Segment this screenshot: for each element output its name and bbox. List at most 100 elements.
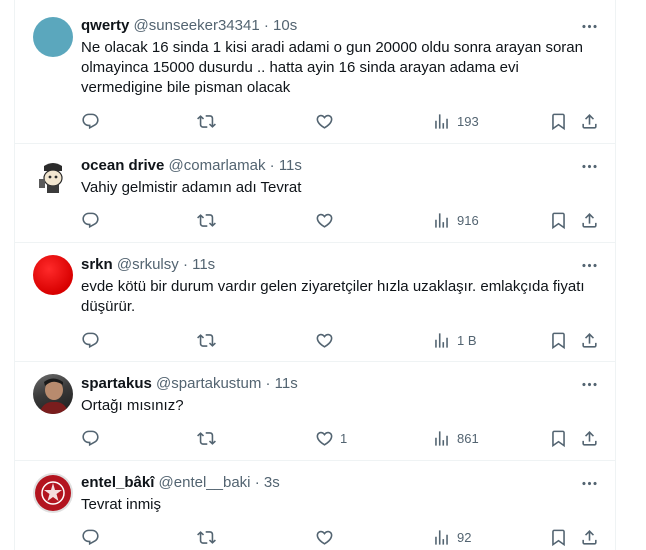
retweet-button[interactable] — [197, 427, 216, 449]
bookmark-icon — [549, 112, 568, 131]
views-button[interactable]: 861 — [432, 427, 479, 449]
like-button[interactable] — [315, 110, 340, 132]
share-button[interactable] — [580, 526, 599, 548]
bookmark-icon — [549, 331, 568, 350]
tweet[interactable]: entel_bâkî @entel__baki · 3s Tevrat inmi… — [15, 460, 615, 550]
view-count: 193 — [457, 113, 479, 129]
bookmark-button[interactable] — [549, 427, 568, 449]
bookmark-button[interactable] — [549, 329, 568, 351]
tweet-header: spartakus @spartakustum · 11s — [81, 374, 298, 394]
tweet-text: Ne olacak 16 sinda 1 kisi aradi adami o … — [81, 39, 583, 96]
share-button[interactable] — [580, 427, 599, 449]
tweet-actions: 1 861 — [15, 427, 615, 449]
more-icon[interactable] — [579, 473, 599, 493]
like-icon — [315, 429, 334, 448]
like-button[interactable]: 1 — [315, 427, 347, 449]
reply-button[interactable] — [81, 329, 100, 351]
author-handle[interactable]: @spartakustum — [156, 375, 261, 392]
retweet-button[interactable] — [197, 329, 216, 351]
like-icon — [315, 112, 334, 131]
author-handle[interactable]: @entel__baki — [159, 474, 251, 491]
separator-dot: · — [263, 17, 269, 34]
views-icon — [432, 331, 451, 350]
reply-button[interactable] — [81, 110, 100, 132]
like-button[interactable] — [315, 329, 340, 351]
author-name[interactable]: spartakus — [81, 375, 152, 392]
like-button[interactable] — [315, 526, 340, 548]
tweet[interactable]: ocean drive @comarlamak · 11s Vahiy gelm… — [15, 143, 615, 243]
bookmark-button[interactable] — [549, 209, 568, 231]
tweet[interactable]: qwerty @sunseeker34341 · 10s Ne olacak 1… — [15, 0, 615, 144]
bookmark-icon — [549, 528, 568, 547]
share-icon — [580, 112, 599, 131]
timestamp[interactable]: 10s — [273, 17, 297, 34]
author-name[interactable]: ocean drive — [81, 157, 164, 174]
author-handle[interactable]: @sunseeker34341 — [134, 17, 260, 34]
timestamp[interactable]: 3s — [264, 474, 280, 491]
tweet-actions: 1 B — [15, 329, 615, 351]
tweet-header: ocean drive @comarlamak · 11s — [81, 156, 302, 176]
retweet-button[interactable] — [197, 110, 216, 132]
separator-dot: · — [269, 157, 275, 174]
more-icon[interactable] — [579, 255, 599, 275]
share-icon — [580, 331, 599, 350]
separator-dot: · — [254, 474, 260, 491]
timestamp[interactable]: 11s — [279, 157, 302, 174]
tweet-text: Ortağı mısınız? — [81, 397, 184, 414]
views-button[interactable]: 916 — [432, 209, 479, 231]
reply-icon — [81, 331, 100, 350]
more-icon[interactable] — [579, 156, 599, 176]
reply-button[interactable] — [81, 427, 100, 449]
bookmark-icon — [549, 211, 568, 230]
share-icon — [580, 528, 599, 547]
separator-dot: · — [182, 256, 188, 273]
tweet-header: qwerty @sunseeker34341 · 10s — [81, 16, 297, 36]
tweet[interactable]: spartakus @spartakustum · 11s Ortağı mıs… — [15, 361, 615, 461]
avatar[interactable] — [33, 374, 73, 414]
views-icon — [432, 429, 451, 448]
timestamp[interactable]: 11s — [275, 375, 298, 392]
share-icon — [580, 211, 599, 230]
share-button[interactable] — [580, 329, 599, 351]
views-icon — [432, 112, 451, 131]
reply-icon — [81, 429, 100, 448]
like-icon — [315, 528, 334, 547]
retweet-button[interactable] — [197, 209, 216, 231]
avatar[interactable] — [33, 17, 73, 57]
tweet[interactable]: srkn @srkulsy · 11s evde kötü bir durum … — [15, 242, 615, 362]
view-count: 1 B — [457, 332, 477, 348]
more-icon[interactable] — [579, 16, 599, 36]
views-button[interactable]: 193 — [432, 110, 479, 132]
avatar[interactable] — [33, 157, 73, 197]
reply-button[interactable] — [81, 526, 100, 548]
author-handle[interactable]: @srkulsy — [117, 256, 179, 273]
like-icon — [315, 331, 334, 350]
avatar[interactable] — [33, 255, 73, 295]
share-button[interactable] — [580, 110, 599, 132]
reply-button[interactable] — [81, 209, 100, 231]
view-count: 92 — [457, 529, 472, 545]
retweet-button[interactable] — [197, 526, 216, 548]
author-handle[interactable]: @comarlamak — [169, 157, 266, 174]
bookmark-button[interactable] — [549, 110, 568, 132]
retweet-icon — [197, 429, 216, 448]
author-name[interactable]: entel_bâkî — [81, 474, 154, 491]
view-count: 916 — [457, 212, 479, 228]
more-icon[interactable] — [579, 374, 599, 394]
bookmark-icon — [549, 429, 568, 448]
timeline-feed: qwerty @sunseeker34341 · 10s Ne olacak 1… — [14, 0, 616, 550]
author-name[interactable]: srkn — [81, 256, 113, 273]
separator-dot: · — [265, 375, 271, 392]
share-button[interactable] — [580, 209, 599, 231]
reply-icon — [81, 112, 100, 131]
author-name[interactable]: qwerty — [81, 17, 129, 34]
bookmark-button[interactable] — [549, 526, 568, 548]
share-icon — [580, 429, 599, 448]
views-button[interactable]: 92 — [432, 526, 471, 548]
timestamp[interactable]: 11s — [192, 256, 215, 273]
views-button[interactable]: 1 B — [432, 329, 477, 351]
reply-icon — [81, 211, 100, 230]
tweet-header: srkn @srkulsy · 11s — [81, 255, 215, 275]
like-button[interactable] — [315, 209, 340, 231]
avatar[interactable] — [33, 473, 73, 513]
